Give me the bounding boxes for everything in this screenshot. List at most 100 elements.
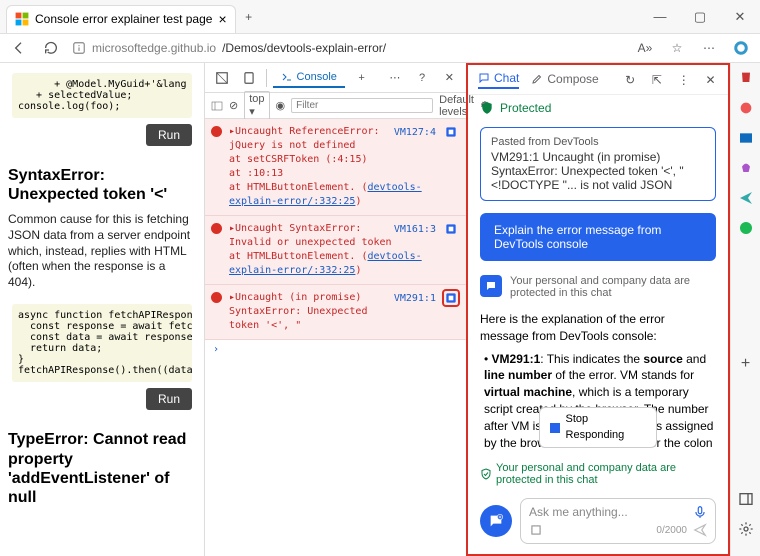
copilot-pane: Chat Compose ↻ ⇱ ⋮ ✕ Protect (466, 63, 730, 556)
copilot-answer: Here is the explanation of the error mes… (480, 311, 716, 454)
sidebar-send-icon[interactable] (737, 189, 755, 207)
stop-responding-button[interactable]: Stop Responding (539, 407, 657, 448)
copilot-toolbar-button[interactable] (730, 37, 752, 59)
stop-label: Stop Responding (566, 412, 646, 443)
browser-tab[interactable]: Console error explainer test page × (6, 5, 236, 33)
chat-tab-label: Chat (494, 71, 519, 85)
stack-link[interactable]: devtools-explain-error/:332:25 (229, 251, 422, 276)
pasted-context-box: Pasted from DevTools VM291:1 Uncaught (i… (480, 127, 716, 201)
shield-check-icon (480, 468, 492, 480)
new-topic-button[interactable] (480, 505, 512, 537)
syntax-error-heading: SyntaxError: Unexpected token '<' (8, 166, 196, 204)
paste-header: Pasted from DevTools (491, 136, 705, 148)
sidebar-toggle-icon[interactable] (211, 95, 223, 117)
sidebar-spotify-icon[interactable] (737, 219, 755, 237)
console-icon (281, 71, 293, 83)
refresh-chat-icon[interactable]: ↻ (623, 69, 638, 91)
chat-icon (478, 72, 490, 84)
console-error[interactable]: VM161:3 ▸Uncaught SyntaxError: Invalid o… (205, 216, 466, 285)
devtools-help-icon[interactable]: ? (411, 67, 432, 89)
url-host: microsoftedge.github.io (92, 41, 216, 55)
compose-tab[interactable]: Compose (531, 72, 598, 88)
console-tab-label: Console (297, 71, 337, 83)
url-path: /Demos/devtools-explain-error/ (222, 41, 386, 55)
chat-tab[interactable]: Chat (478, 71, 519, 89)
code-snippet-fetch: async function fetchAPIResponse( const r… (12, 304, 192, 382)
sidebar-shopping-icon[interactable] (737, 69, 755, 87)
filter-input[interactable] (291, 98, 433, 113)
edge-favicon (15, 12, 29, 26)
new-tab-button[interactable]: + (238, 6, 260, 28)
live-expr-icon[interactable]: ◉ (276, 95, 286, 117)
explain-error-icon[interactable] (444, 125, 458, 139)
window-close-button[interactable]: ✕ (720, 0, 760, 34)
window-minimize-button[interactable]: — (640, 0, 680, 34)
char-count: 0/2000 (656, 525, 687, 536)
user-prompt-bubble: Explain the error message from DevTools … (480, 213, 716, 261)
more-tabs-button[interactable]: + (351, 67, 372, 89)
error-source-link[interactable]: VM291:1 (394, 291, 458, 306)
console-error[interactable]: VM127:4 ▸Uncaught ReferenceError: jQuery… (205, 119, 466, 216)
send-icon[interactable] (693, 523, 707, 537)
protected-label: Protected (500, 101, 551, 115)
url-field[interactable]: microsoftedge.github.io/Demos/devtools-e… (72, 41, 624, 55)
site-info-icon[interactable] (72, 41, 86, 55)
settings-more-button[interactable]: ⋯ (698, 37, 720, 59)
privacy-note-text: Your personal and company data are prote… (510, 275, 716, 299)
favorite-button[interactable]: ☆ (666, 37, 688, 59)
input-placeholder: Ask me anything... (529, 505, 628, 519)
inspect-icon[interactable] (211, 67, 232, 89)
sidebar-tools-icon[interactable] (737, 99, 755, 117)
read-aloud-button[interactable]: A» (634, 37, 656, 59)
type-error-heading: TypeError: Cannot read property 'addEven… (8, 430, 196, 507)
explain-error-icon[interactable] (444, 291, 458, 305)
devtools-panel: Console + ⋯ ? ✕ ⊘ top ▾ ◉ Default levels… (204, 63, 466, 556)
mic-icon[interactable] (693, 505, 707, 519)
privacy-footer-text: Your personal and company data are prote… (496, 462, 716, 486)
copilot-avatar-icon (480, 275, 502, 297)
error-source-link[interactable]: VM161:3 (394, 222, 458, 237)
copilot-close-icon[interactable]: ✕ (703, 69, 718, 91)
back-button[interactable] (8, 37, 30, 59)
clear-console-icon[interactable]: ⊘ (229, 95, 238, 117)
stop-icon (550, 423, 560, 433)
edge-sidebar: + (730, 63, 760, 556)
sidebar-layout-icon[interactable] (737, 490, 755, 508)
chat-input[interactable]: Ask me anything... 0/2000 (520, 498, 716, 544)
new-topic-icon (488, 513, 504, 529)
console-error[interactable]: VM291:1 ▸Uncaught (in promise) SyntaxErr… (205, 285, 466, 340)
tab-close-icon[interactable]: × (218, 11, 226, 27)
demo-page-pane: + @Model.MyGuid+'&lang + selectedValue; … (0, 63, 204, 556)
devtools-close-icon[interactable]: ✕ (439, 67, 460, 89)
sidebar-settings-icon[interactable] (737, 520, 755, 538)
address-bar: microsoftedge.github.io/Demos/devtools-e… (0, 34, 760, 62)
sidebar-outlook-icon[interactable] (737, 129, 755, 147)
console-prompt[interactable]: › (205, 340, 466, 359)
shield-icon (480, 101, 494, 115)
code-snippet-top: + @Model.MyGuid+'&lang + selectedValue; … (12, 73, 192, 118)
run-button[interactable]: Run (146, 124, 192, 146)
device-icon[interactable] (238, 67, 259, 89)
copilot-more-icon[interactable]: ⋮ (676, 69, 691, 91)
answer-intro: Here is the explanation of the error mes… (480, 311, 716, 345)
explain-error-icon[interactable] (444, 222, 458, 236)
open-external-icon[interactable]: ⇱ (650, 69, 665, 91)
protected-banner: Protected (468, 95, 728, 121)
paste-body: VM291:1 Uncaught (in promise) SyntaxErro… (491, 150, 705, 192)
window-maximize-button[interactable]: ▢ (680, 0, 720, 34)
window-titlebar: Console error explainer test page × + — … (0, 0, 760, 34)
refresh-button[interactable] (40, 37, 62, 59)
image-input-icon[interactable] (529, 523, 543, 537)
devtools-more-icon[interactable]: ⋯ (384, 67, 405, 89)
tab-title: Console error explainer test page (35, 12, 212, 26)
syntax-error-para: Common cause for this is fetching JSON d… (8, 212, 196, 290)
console-tab[interactable]: Console (273, 68, 345, 88)
sidebar-add-icon[interactable]: + (737, 355, 755, 373)
error-source-link[interactable]: VM127:4 (394, 125, 458, 140)
compose-tab-label: Compose (547, 72, 598, 86)
context-selector[interactable]: top ▾ (244, 91, 269, 120)
stack-link[interactable]: devtools-explain-error/:332:25 (229, 182, 422, 207)
sidebar-games-icon[interactable] (737, 159, 755, 177)
run-button[interactable]: Run (146, 388, 192, 410)
compose-icon (531, 73, 543, 85)
